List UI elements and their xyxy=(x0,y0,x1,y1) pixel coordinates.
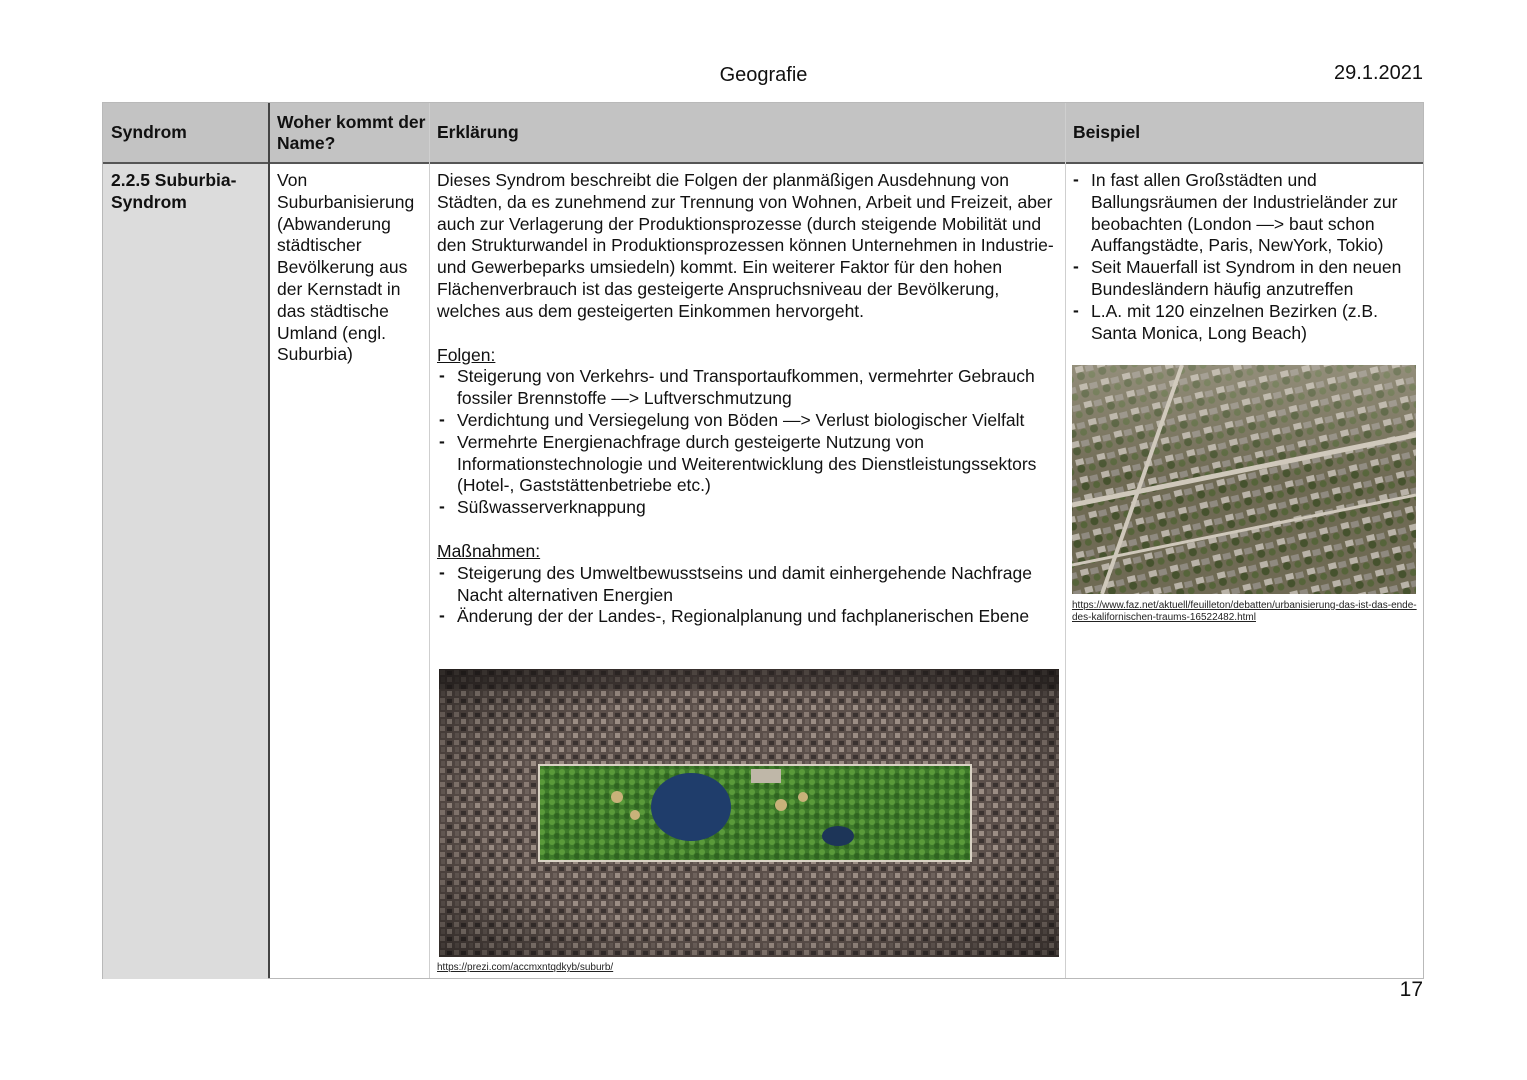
list-item: Steigerung des Umweltbewusstseins und da… xyxy=(437,562,1063,607)
folgen-list: Steigerung von Verkehrs- und Transportau… xyxy=(437,365,1063,519)
list-item: Verdichtung und Versiegelung von Böden —… xyxy=(437,409,1063,432)
header-erklaerung: Erklärung xyxy=(429,103,1065,162)
list-item: Steigerung von Verkehrs- und Transportau… xyxy=(437,365,1063,410)
column-divider xyxy=(1065,103,1066,978)
beispiel-list: In fast allen Großstädten und Ballungsrä… xyxy=(1071,169,1419,345)
erklaerung-text: Dieses Syndrom beschreibt die Folgen der… xyxy=(437,170,1054,321)
list-item: Vermehrte Energienachfrage durch gesteig… xyxy=(437,431,1063,497)
column-divider xyxy=(429,103,430,978)
list-item: Änderung der der Landes-, Regionalplanun… xyxy=(437,605,1063,628)
cell-beispiel: In fast allen Großstädten und Ballungsrä… xyxy=(1071,169,1419,345)
list-item: Süßwasserverknappung xyxy=(437,496,1063,519)
folgen-heading: Folgen: xyxy=(437,344,496,365)
header-rule xyxy=(103,162,1423,164)
suburb-aerial-photo xyxy=(1072,365,1416,594)
central-park-aerial-photo xyxy=(439,669,1059,957)
massnahmen-list: Steigerung des Umweltbewusstseins und da… xyxy=(437,562,1063,628)
page-date: 29.1.2021 xyxy=(1334,62,1423,84)
cell-herkunft: Von Suburbanisierung (Abwanderung städti… xyxy=(277,170,415,365)
page-number: 17 xyxy=(1399,978,1423,1001)
cell-erklaerung: Dieses Syndrom beschreibt die Folgen der… xyxy=(437,170,1063,628)
header-herkunft: Woher kommt der Name? xyxy=(269,103,429,162)
cell-syndrom: 2.2.5 Suburbia-Syndrom xyxy=(103,164,268,979)
suburb-image-source-link[interactable]: https://www.faz.net/aktuell/feuilleton/d… xyxy=(1072,600,1417,624)
column-divider xyxy=(268,103,270,978)
page-title: Geografie xyxy=(719,64,808,86)
massnahmen-heading: Maßnahmen: xyxy=(437,540,541,561)
list-item: L.A. mit 120 einzelnen Bezirken (z.B. Sa… xyxy=(1071,300,1419,345)
park-image-source-link[interactable]: https://prezi.com/accmxntqdkyb/suburb/ xyxy=(437,962,613,974)
list-item: Seit Mauerfall ist Syndrom in den neuen … xyxy=(1071,256,1419,301)
syndrome-table: Syndrom Woher kommt der Name? Erklärung … xyxy=(102,102,1424,979)
header-beispiel: Beispiel xyxy=(1065,103,1423,162)
list-item: In fast allen Großstädten und Ballungsrä… xyxy=(1071,169,1419,257)
syndrom-name: 2.2.5 Suburbia-Syndrom xyxy=(111,170,237,212)
header-syndrom: Syndrom xyxy=(103,103,269,162)
